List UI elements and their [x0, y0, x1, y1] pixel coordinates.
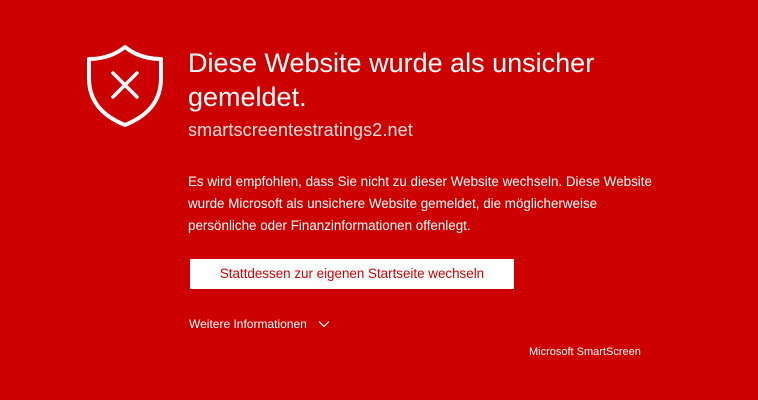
chevron-down-icon [318, 321, 330, 328]
shield-x-icon [87, 45, 163, 127]
page-title: Diese Website wurde als unsicher gemelde… [188, 48, 595, 112]
reported-site-url: smartscreentestratings2.net [188, 120, 413, 140]
smartscreen-brand-label: Microsoft SmartScreen [529, 346, 641, 358]
warning-description: Es wird empfohlen, dass Sie nicht zu die… [188, 174, 652, 233]
more-information-toggle[interactable]: Weitere Informationen [189, 316, 330, 332]
smartscreen-warning-page: Diese Website wurde als unsicher gemelde… [0, 0, 758, 400]
more-information-label: Weitere Informationen [189, 317, 307, 331]
go-to-homepage-button[interactable]: Stattdessen zur eigenen Startseite wechs… [190, 259, 514, 289]
